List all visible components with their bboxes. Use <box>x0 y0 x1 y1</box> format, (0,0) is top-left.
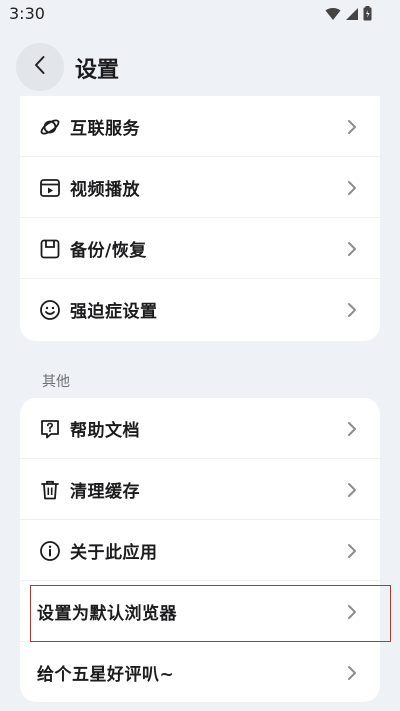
page-title: 设置 <box>75 58 120 83</box>
chevron-right-icon <box>346 240 358 258</box>
item-label: 互联服务 <box>70 119 140 139</box>
settings-item-video-playback[interactable]: 视频播放 <box>20 157 380 218</box>
chevron-right-icon <box>346 542 358 560</box>
smiley-icon <box>39 299 61 321</box>
status-time: 3:30 <box>9 4 45 23</box>
chevron-right-icon <box>346 603 358 621</box>
battery-icon <box>363 6 372 25</box>
chevron-right-icon <box>346 481 358 499</box>
info-icon <box>39 540 61 562</box>
status-bar: 3:30 <box>0 0 400 30</box>
item-label: 强迫症设置 <box>70 302 158 322</box>
header: 设置 <box>0 40 400 96</box>
item-label: 关于此应用 <box>70 543 158 563</box>
wifi-icon <box>325 6 341 25</box>
settings-item-set-default-browser[interactable]: 设置为默认浏览器 <box>20 581 380 642</box>
video-icon <box>39 177 61 199</box>
settings-item-backup-restore[interactable]: 备份/恢复 <box>20 218 380 279</box>
settings-item-interconnect[interactable]: 互联服务 <box>20 96 380 157</box>
item-label: 视频播放 <box>70 180 140 200</box>
settings-item-clear-cache[interactable]: 清理缓存 <box>20 459 380 520</box>
back-button[interactable] <box>16 43 64 91</box>
chevron-right-icon <box>346 301 358 319</box>
settings-group-general: 互联服务 视频播放 备份/恢复 强迫症设置 <box>20 96 380 341</box>
settings-item-help-docs[interactable]: 帮助文档 <box>20 398 380 459</box>
chevron-right-icon <box>346 420 358 438</box>
trash-icon <box>39 479 61 501</box>
help-icon <box>39 418 61 440</box>
item-label: 备份/恢复 <box>70 241 147 261</box>
item-label: 设置为默认浏览器 <box>37 604 177 624</box>
section-title-other: 其他 <box>42 374 70 390</box>
settings-item-ocd-settings[interactable]: 强迫症设置 <box>20 279 380 340</box>
settings-group-other: 帮助文档 清理缓存 关于此应用 设置为默认浏览器 给个五星好评叭~ <box>20 398 380 702</box>
chevron-left-icon <box>34 55 46 79</box>
chevron-right-icon <box>346 118 358 136</box>
settings-item-rate-five-stars[interactable]: 给个五星好评叭~ <box>20 642 380 702</box>
item-label: 清理缓存 <box>70 482 140 502</box>
signal-icon <box>345 6 359 25</box>
planet-icon <box>39 116 61 138</box>
settings-item-about-app[interactable]: 关于此应用 <box>20 520 380 581</box>
save-icon <box>39 238 61 260</box>
item-label: 给个五星好评叭~ <box>37 665 175 685</box>
chevron-right-icon <box>346 179 358 197</box>
chevron-right-icon <box>346 664 358 682</box>
item-label: 帮助文档 <box>70 421 140 441</box>
status-icons <box>325 6 372 25</box>
